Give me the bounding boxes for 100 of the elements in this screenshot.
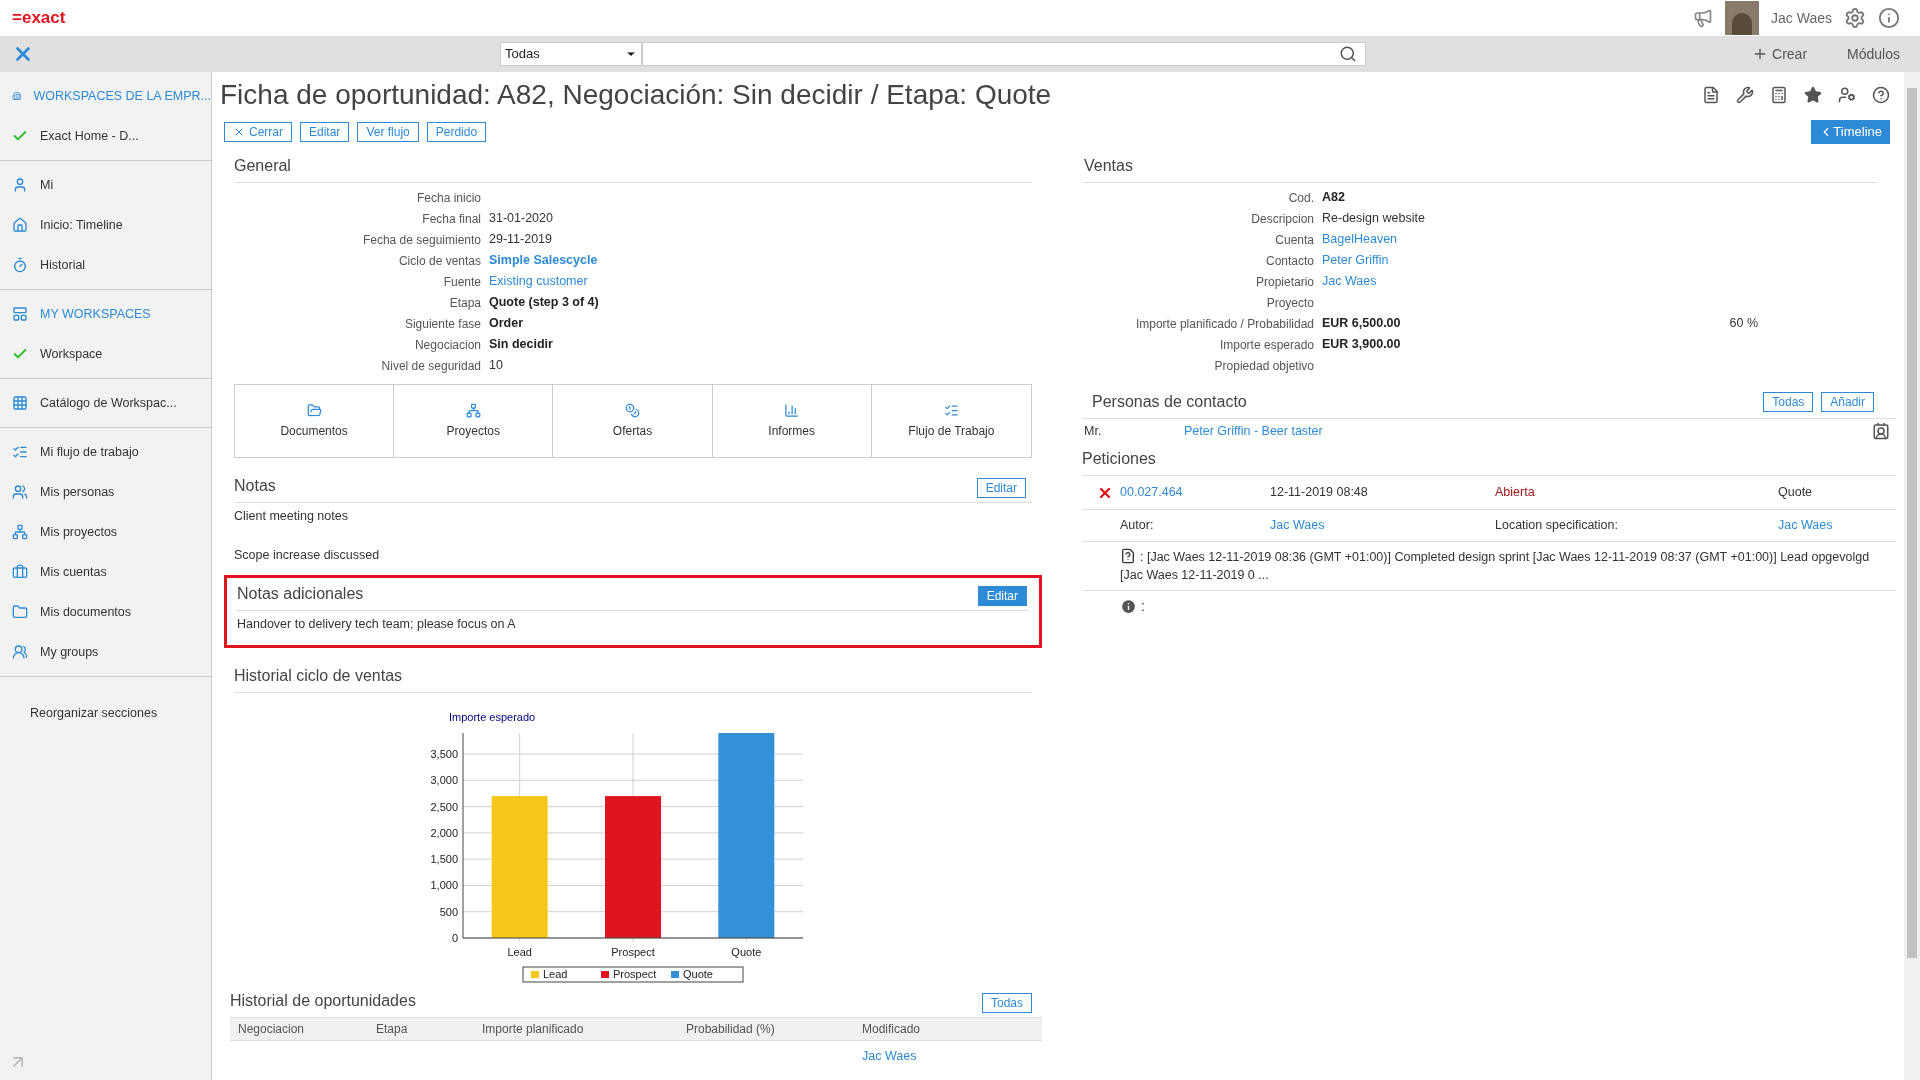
wrench-icon[interactable] xyxy=(1736,86,1754,104)
note-text: Scope increase discussed xyxy=(234,546,381,564)
field-value[interactable]: Simple Salescycle xyxy=(489,251,598,270)
search-field[interactable] xyxy=(642,42,1366,66)
module-tile[interactable]: Ofertas xyxy=(553,385,713,457)
field-value: EUR 6,500.00 xyxy=(1322,315,1401,333)
action-button[interactable]: Todas xyxy=(1763,392,1814,412)
field-label: Proyecto xyxy=(1265,294,1315,312)
calculator-icon[interactable] xyxy=(1770,86,1788,104)
action-button[interactable]: Editar xyxy=(976,478,1026,498)
field-value[interactable]: BagelHeaven xyxy=(1322,230,1398,249)
field-label: Fecha final xyxy=(421,210,482,228)
field-label: Siguiente fase xyxy=(403,315,482,333)
page-title: Ficha de oportunidad: A82, Negociación: Sin decidir / Etapa: Quote xyxy=(220,78,1052,112)
sidebar-item[interactable]: MY WORKSPACES xyxy=(0,294,211,334)
sidebar-item[interactable]: Mi xyxy=(0,165,211,205)
info-text: : xyxy=(1141,596,1145,616)
y-tick-label: 3,500 xyxy=(430,748,458,761)
coins-icon xyxy=(625,402,640,418)
sidebar-item[interactable]: My groups xyxy=(0,632,211,672)
contact-link[interactable]: Peter Griffin - Beer taster xyxy=(1184,421,1323,441)
star-icon[interactable] xyxy=(1804,86,1822,104)
avatar[interactable] xyxy=(1725,1,1760,35)
column-header[interactable]: Modificado xyxy=(862,1020,1034,1039)
legend-swatch xyxy=(531,971,539,979)
action-button[interactable]: Añadir xyxy=(1821,392,1874,412)
action-button[interactable]: Perdido xyxy=(426,122,487,142)
group-icon xyxy=(12,644,28,660)
request-status: Abierta xyxy=(1495,484,1536,502)
field-label: Importe planificado / Probabilidad xyxy=(1134,315,1315,333)
sidebar-item[interactable]: Mis proyectos xyxy=(0,512,211,552)
sidebar-item[interactable]: Inicio: Timeline xyxy=(0,205,211,245)
table-cell[interactable]: Jac Waes xyxy=(862,1049,1034,1064)
info-icon[interactable] xyxy=(1878,7,1900,29)
settings-icon[interactable] xyxy=(1844,7,1866,29)
action-button[interactable]: Editar xyxy=(300,122,350,142)
sidebar-item[interactable]: Mis cuentas xyxy=(0,552,211,592)
sidebar-item[interactable]: Reorganizar secciones xyxy=(0,693,211,733)
location-link[interactable]: Jac Waes xyxy=(1778,516,1833,535)
user-name[interactable]: Jac Waes xyxy=(1771,7,1832,29)
action-button[interactable]: Todas xyxy=(981,993,1032,1014)
create-button[interactable]: Crear xyxy=(1752,43,1808,65)
action-button[interactable]: Cerrar xyxy=(224,122,292,142)
user-icon xyxy=(12,177,28,193)
salutation: Mr. xyxy=(1084,422,1103,440)
announcement-icon[interactable] xyxy=(1693,8,1714,28)
field-value: A82 xyxy=(1322,189,1345,207)
location-label: Location specification: xyxy=(1495,517,1619,535)
sidebar-item[interactable]: Mis documentos xyxy=(0,592,211,632)
field-value: Quote (step 3 of 4) xyxy=(489,294,599,312)
sidebar-item[interactable]: Exact Home - D... xyxy=(0,116,211,156)
help-icon[interactable] xyxy=(1872,86,1890,104)
filter-dropdown[interactable]: Todas xyxy=(500,42,642,66)
modules-button[interactable]: Módulos xyxy=(1847,43,1900,65)
folder-icon xyxy=(12,604,28,620)
document-icon[interactable] xyxy=(1702,86,1720,104)
field-value: 29-11-2019 xyxy=(489,231,552,249)
field-value[interactable]: Jac Waes xyxy=(1322,272,1377,291)
column-header[interactable]: Importe planificado xyxy=(482,1020,686,1039)
module-tile[interactable]: Proyectos xyxy=(394,385,554,457)
x-tick-label: Prospect xyxy=(611,946,655,959)
field-label: Cuenta xyxy=(1274,231,1315,249)
search-icon[interactable] xyxy=(1339,45,1357,63)
module-tile[interactable]: Flujo de Trabajo xyxy=(871,385,1031,457)
logo[interactable]: =exact xyxy=(12,5,66,31)
contact-card-icon[interactable] xyxy=(1872,422,1890,440)
action-button[interactable]: Ver flujo xyxy=(357,122,419,142)
sidebar-item[interactable]: Mis personas xyxy=(0,472,211,512)
sidebar-item[interactable]: WORKSPACES DE LA EMPR... xyxy=(0,76,211,116)
timeline-button[interactable]: Timeline xyxy=(1811,120,1890,144)
column-header[interactable]: Etapa xyxy=(376,1020,482,1039)
field-label: Importe esperado xyxy=(1218,336,1315,354)
sidebar-item[interactable]: Mi flujo de trabajo xyxy=(0,432,211,472)
field-value[interactable]: Existing customer xyxy=(489,272,588,291)
section-title: Ventas xyxy=(1082,154,1878,183)
sidebar-item[interactable]: Historial xyxy=(0,245,211,285)
home-icon xyxy=(12,217,28,233)
y-tick-label: 1,000 xyxy=(430,879,458,892)
sidebar-item[interactable]: Workspace xyxy=(0,334,211,374)
section-title: Historial de oportunidades xyxy=(230,991,416,1012)
field-label: Propietario xyxy=(1254,273,1315,291)
y-tick-label: 0 xyxy=(451,932,458,945)
y-tick-label: 1,500 xyxy=(430,853,458,866)
request-link[interactable]: 00.027.464 xyxy=(1120,483,1270,502)
field-value[interactable]: Peter Griffin xyxy=(1322,251,1389,270)
field-label: Fecha de seguimiento xyxy=(361,231,482,249)
action-button[interactable]: Editar xyxy=(977,585,1027,606)
scrollbar[interactable] xyxy=(1904,72,1920,1080)
column-header[interactable]: Probabilidad (%) xyxy=(686,1020,862,1039)
sidebar-item[interactable]: Catálogo de Workspac... xyxy=(0,383,211,423)
column-header[interactable]: Negociacion xyxy=(238,1020,376,1039)
author-label: Autor: xyxy=(1120,517,1155,535)
field-label: Contacto xyxy=(1264,252,1315,270)
user-icon[interactable] xyxy=(1838,86,1856,104)
module-tile[interactable]: Informes xyxy=(712,385,872,457)
module-tile[interactable]: Documentos xyxy=(235,385,395,457)
checklist-icon xyxy=(12,444,28,460)
author-link[interactable]: Jac Waes xyxy=(1270,516,1495,535)
section-title: Personas de contacto xyxy=(1092,392,1247,412)
question-note-icon xyxy=(1120,548,1136,564)
